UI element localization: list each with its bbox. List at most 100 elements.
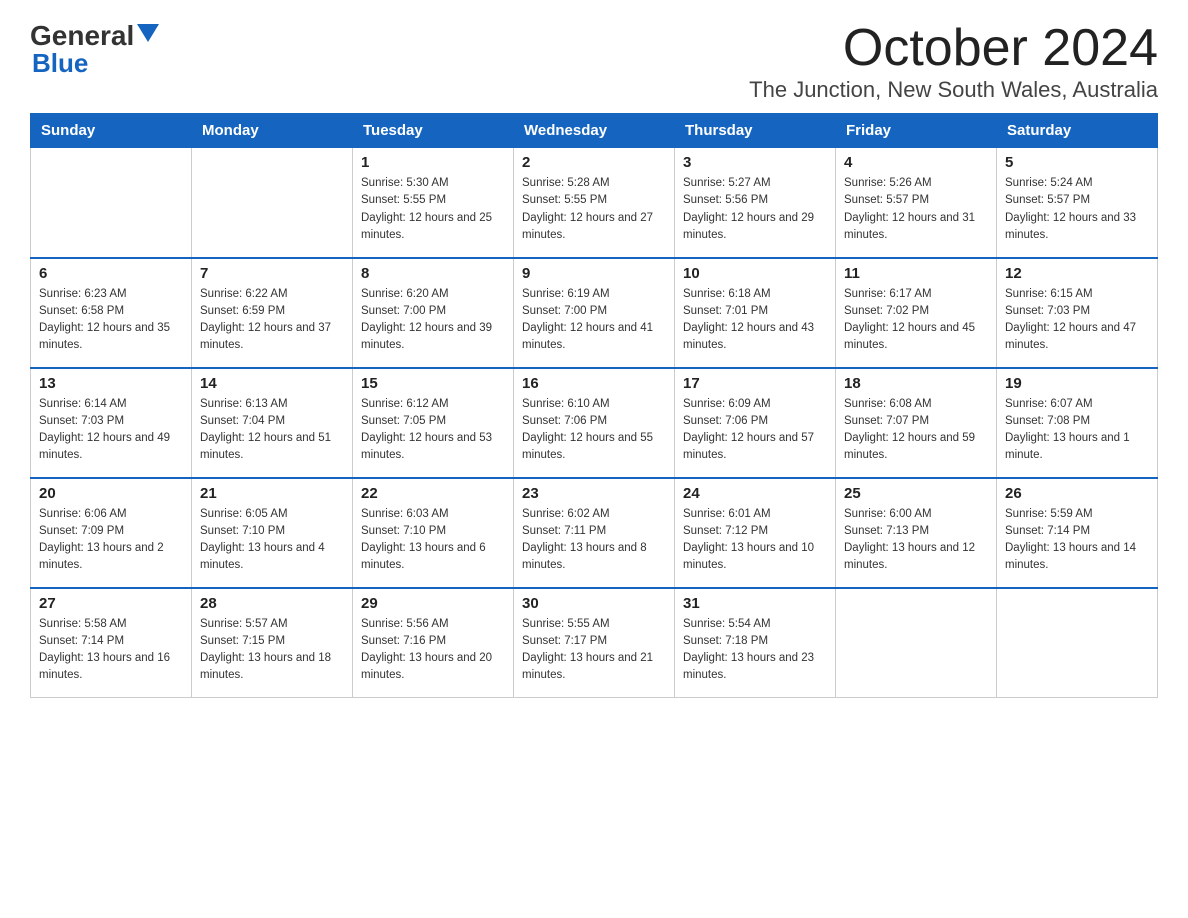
day-info: Sunrise: 6:17 AMSunset: 7:02 PMDaylight:… bbox=[844, 286, 988, 355]
day-number: 8 bbox=[361, 265, 505, 282]
day-number: 12 bbox=[1005, 265, 1149, 282]
day-info: Sunrise: 6:06 AMSunset: 7:09 PMDaylight:… bbox=[39, 506, 183, 575]
title-section: October 2024 The Junction, New South Wal… bbox=[749, 20, 1158, 103]
table-row: 9Sunrise: 6:19 AMSunset: 7:00 PMDaylight… bbox=[514, 258, 675, 368]
table-row: 30 Sunrise: 5:55 AMSunset: 7:17 PMDayligh… bbox=[514, 588, 675, 698]
day-number: 1 bbox=[361, 154, 505, 171]
day-number: 21 bbox=[200, 485, 344, 502]
table-row: 16 Sunrise: 6:10 AMSunset: 7:06 PMDayligh… bbox=[514, 368, 675, 478]
day-info: Sunrise: 5:59 AMSunset: 7:14 PMDaylight:… bbox=[1005, 506, 1149, 575]
day-info: Sunrise: 6:22 AMSunset: 6:59 PMDaylight:… bbox=[200, 286, 344, 355]
day-info: Sunrise: 6:01 AMSunset: 7:12 PMDaylight:… bbox=[683, 506, 827, 575]
day-info: Sunrise: 6:20 AMSunset: 7:00 PMDaylight:… bbox=[361, 286, 505, 355]
day-number: 10 bbox=[683, 265, 827, 282]
table-row: 10Sunrise: 6:18 AMSunset: 7:01 PMDayligh… bbox=[675, 258, 836, 368]
table-row: 4 Sunrise: 5:26 AMSunset: 5:57 PMDaylight… bbox=[836, 148, 997, 258]
day-info: Sunrise: 6:15 AMSunset: 7:03 PMDaylight:… bbox=[1005, 286, 1149, 355]
day-info: Sunrise: 6:14 AMSunset: 7:03 PMDaylight:… bbox=[39, 396, 183, 465]
day-info: Sunrise: 5:56 AMSunset: 7:16 PMDaylight:… bbox=[361, 616, 505, 685]
day-number: 14 bbox=[200, 375, 344, 392]
day-number: 5 bbox=[1005, 154, 1149, 171]
day-info: Sunrise: 6:03 AMSunset: 7:10 PMDaylight:… bbox=[361, 506, 505, 575]
table-row: 26Sunrise: 5:59 AMSunset: 7:14 PMDayligh… bbox=[997, 478, 1158, 588]
day-number: 19 bbox=[1005, 375, 1149, 392]
col-sunday: Sunday bbox=[31, 114, 192, 148]
day-info: Sunrise: 6:19 AMSunset: 7:00 PMDaylight:… bbox=[522, 286, 666, 355]
day-info: Sunrise: 6:12 AMSunset: 7:05 PMDaylight:… bbox=[361, 396, 505, 465]
day-number: 13 bbox=[39, 375, 183, 392]
day-number: 4 bbox=[844, 154, 988, 171]
table-row: 13 Sunrise: 6:14 AMSunset: 7:03 PMDayligh… bbox=[31, 368, 192, 478]
table-row: 24 Sunrise: 6:01 AMSunset: 7:12 PMDayligh… bbox=[675, 478, 836, 588]
col-thursday: Thursday bbox=[675, 114, 836, 148]
table-row bbox=[192, 148, 353, 258]
table-row: 31 Sunrise: 5:54 AMSunset: 7:18 PMDayligh… bbox=[675, 588, 836, 698]
calendar-week-row: 27Sunrise: 5:58 AMSunset: 7:14 PMDayligh… bbox=[31, 588, 1158, 698]
day-info: Sunrise: 5:54 AMSunset: 7:18 PMDaylight:… bbox=[683, 616, 827, 685]
table-row: 19Sunrise: 6:07 AMSunset: 7:08 PMDayligh… bbox=[997, 368, 1158, 478]
table-row: 12 Sunrise: 6:15 AMSunset: 7:03 PMDayligh… bbox=[997, 258, 1158, 368]
day-number: 2 bbox=[522, 154, 666, 171]
day-info: Sunrise: 6:00 AMSunset: 7:13 PMDaylight:… bbox=[844, 506, 988, 575]
table-row: 11 Sunrise: 6:17 AMSunset: 7:02 PMDayligh… bbox=[836, 258, 997, 368]
day-info: Sunrise: 6:23 AMSunset: 6:58 PMDaylight:… bbox=[39, 286, 183, 355]
day-number: 24 bbox=[683, 485, 827, 502]
day-number: 16 bbox=[522, 375, 666, 392]
day-number: 15 bbox=[361, 375, 505, 392]
table-row: 3 Sunrise: 5:27 AMSunset: 5:56 PMDaylight… bbox=[675, 148, 836, 258]
table-row: 8 Sunrise: 6:20 AMSunset: 7:00 PMDaylight… bbox=[353, 258, 514, 368]
day-number: 25 bbox=[844, 485, 988, 502]
logo-blue-text: Blue bbox=[30, 48, 88, 79]
col-monday: Monday bbox=[192, 114, 353, 148]
day-info: Sunrise: 5:27 AMSunset: 5:56 PMDaylight:… bbox=[683, 175, 827, 244]
calendar-week-row: 20Sunrise: 6:06 AMSunset: 7:09 PMDayligh… bbox=[31, 478, 1158, 588]
table-row: 21 Sunrise: 6:05 AMSunset: 7:10 PMDayligh… bbox=[192, 478, 353, 588]
table-row bbox=[31, 148, 192, 258]
table-row: 7 Sunrise: 6:22 AMSunset: 6:59 PMDaylight… bbox=[192, 258, 353, 368]
calendar-week-row: 6 Sunrise: 6:23 AMSunset: 6:58 PMDaylight… bbox=[31, 258, 1158, 368]
day-number: 7 bbox=[200, 265, 344, 282]
day-info: Sunrise: 5:28 AMSunset: 5:55 PMDaylight:… bbox=[522, 175, 666, 244]
day-info: Sunrise: 5:58 AMSunset: 7:14 PMDaylight:… bbox=[39, 616, 183, 685]
day-number: 11 bbox=[844, 265, 988, 282]
calendar-week-row: 13 Sunrise: 6:14 AMSunset: 7:03 PMDayligh… bbox=[31, 368, 1158, 478]
day-info: Sunrise: 6:10 AMSunset: 7:06 PMDaylight:… bbox=[522, 396, 666, 465]
calendar-header-row: Sunday Monday Tuesday Wednesday Thursday… bbox=[31, 114, 1158, 148]
day-info: Sunrise: 5:24 AMSunset: 5:57 PMDaylight:… bbox=[1005, 175, 1149, 244]
day-number: 17 bbox=[683, 375, 827, 392]
table-row: 14 Sunrise: 6:13 AMSunset: 7:04 PMDayligh… bbox=[192, 368, 353, 478]
table-row: 23 Sunrise: 6:02 AMSunset: 7:11 PMDayligh… bbox=[514, 478, 675, 588]
page-header: General Blue October 2024 The Junction, … bbox=[30, 20, 1158, 103]
day-number: 23 bbox=[522, 485, 666, 502]
day-number: 22 bbox=[361, 485, 505, 502]
logo: General Blue bbox=[30, 20, 159, 79]
location-title: The Junction, New South Wales, Australia bbox=[749, 77, 1158, 103]
col-wednesday: Wednesday bbox=[514, 114, 675, 148]
day-number: 6 bbox=[39, 265, 183, 282]
logo-triangle-icon bbox=[137, 24, 159, 44]
day-info: Sunrise: 6:09 AMSunset: 7:06 PMDaylight:… bbox=[683, 396, 827, 465]
day-number: 3 bbox=[683, 154, 827, 171]
day-info: Sunrise: 5:57 AMSunset: 7:15 PMDaylight:… bbox=[200, 616, 344, 685]
calendar-table: Sunday Monday Tuesday Wednesday Thursday… bbox=[30, 113, 1158, 698]
table-row: 1Sunrise: 5:30 AMSunset: 5:55 PMDaylight… bbox=[353, 148, 514, 258]
col-friday: Friday bbox=[836, 114, 997, 148]
table-row: 17 Sunrise: 6:09 AMSunset: 7:06 PMDayligh… bbox=[675, 368, 836, 478]
day-info: Sunrise: 5:26 AMSunset: 5:57 PMDaylight:… bbox=[844, 175, 988, 244]
day-info: Sunrise: 6:02 AMSunset: 7:11 PMDaylight:… bbox=[522, 506, 666, 575]
table-row: 22 Sunrise: 6:03 AMSunset: 7:10 PMDayligh… bbox=[353, 478, 514, 588]
col-saturday: Saturday bbox=[997, 114, 1158, 148]
table-row: 28Sunrise: 5:57 AMSunset: 7:15 PMDayligh… bbox=[192, 588, 353, 698]
day-number: 30 bbox=[522, 595, 666, 612]
table-row: 2 Sunrise: 5:28 AMSunset: 5:55 PMDaylight… bbox=[514, 148, 675, 258]
col-tuesday: Tuesday bbox=[353, 114, 514, 148]
month-title: October 2024 bbox=[749, 20, 1158, 77]
table-row bbox=[836, 588, 997, 698]
table-row bbox=[997, 588, 1158, 698]
day-info: Sunrise: 5:55 AMSunset: 7:17 PMDaylight:… bbox=[522, 616, 666, 685]
day-info: Sunrise: 6:13 AMSunset: 7:04 PMDaylight:… bbox=[200, 396, 344, 465]
table-row: 20Sunrise: 6:06 AMSunset: 7:09 PMDayligh… bbox=[31, 478, 192, 588]
day-number: 31 bbox=[683, 595, 827, 612]
day-info: Sunrise: 6:05 AMSunset: 7:10 PMDaylight:… bbox=[200, 506, 344, 575]
calendar-week-row: 1Sunrise: 5:30 AMSunset: 5:55 PMDaylight… bbox=[31, 148, 1158, 258]
